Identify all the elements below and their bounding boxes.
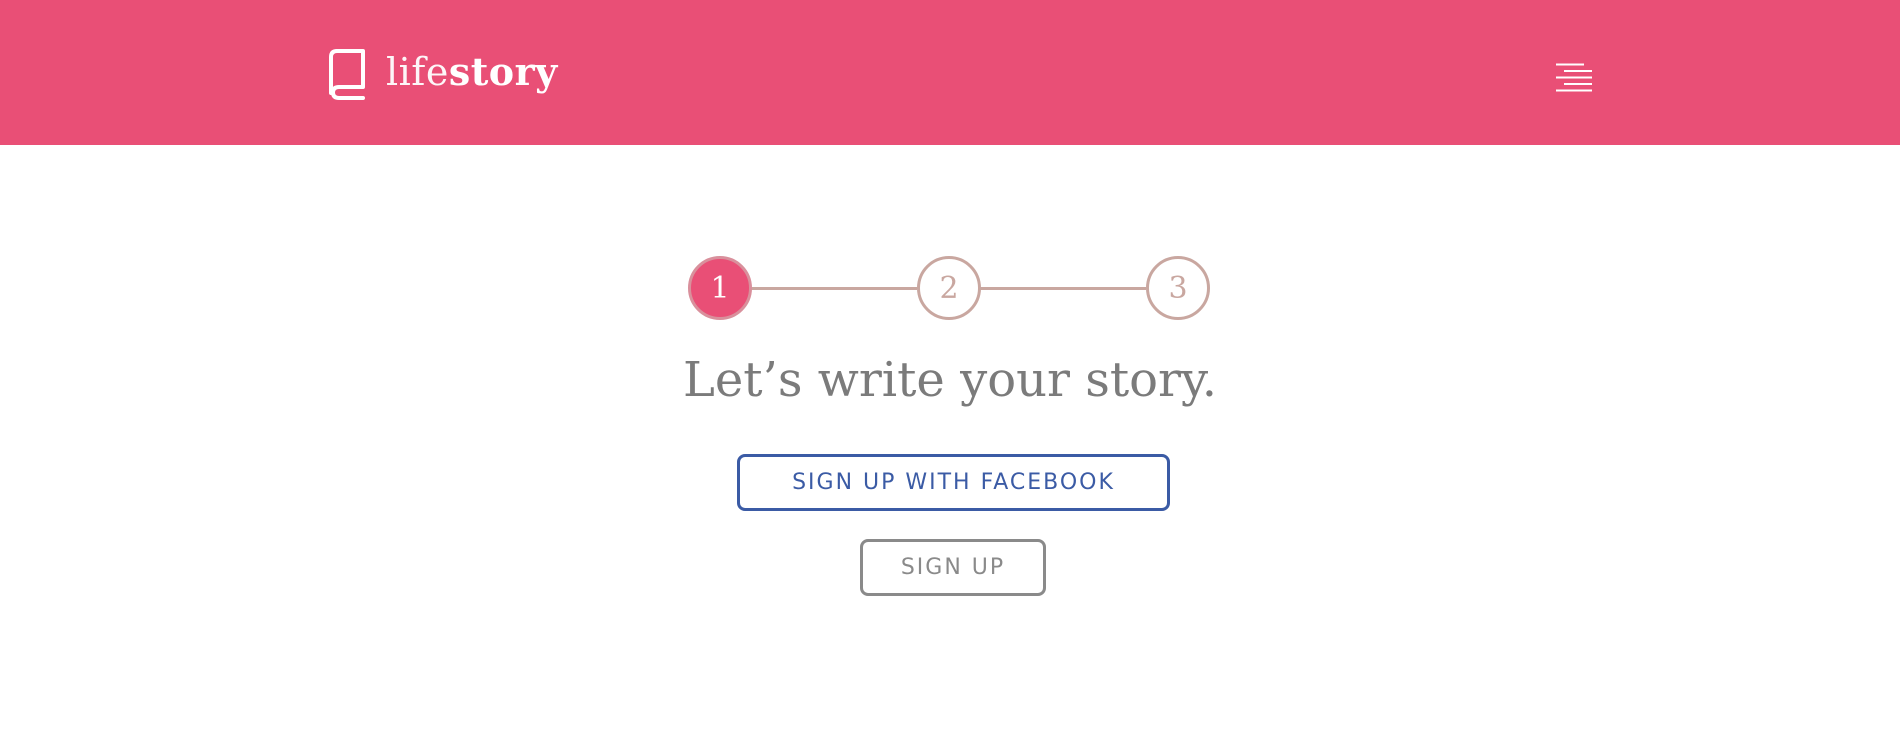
signup-button[interactable]: SIGN UP [860,539,1046,596]
top-header-bar: lifestory [0,0,1900,145]
step-3-indicator: 3 [1146,256,1210,320]
brand-logo-link[interactable]: lifestory [328,48,558,100]
book-icon [329,49,365,100]
brand-name-light: life [386,50,449,94]
step-2-indicator: 2 [917,256,981,320]
step-connector-1-2 [750,287,917,290]
step-1-indicator: 1 [688,256,752,320]
signup-with-facebook-button[interactable]: SIGN UP WITH FACEBOOK [737,454,1170,511]
page-headline: Let’s write your story. [683,352,1217,408]
brand-name-bold: story [448,49,558,94]
step-connector-2-3 [979,287,1146,290]
hamburger-menu-icon [1556,63,1592,92]
signup-progress-stepper: 1 2 3 [688,256,1211,320]
brand-name: lifestory [386,50,558,94]
menu-button[interactable] [1556,63,1592,93]
